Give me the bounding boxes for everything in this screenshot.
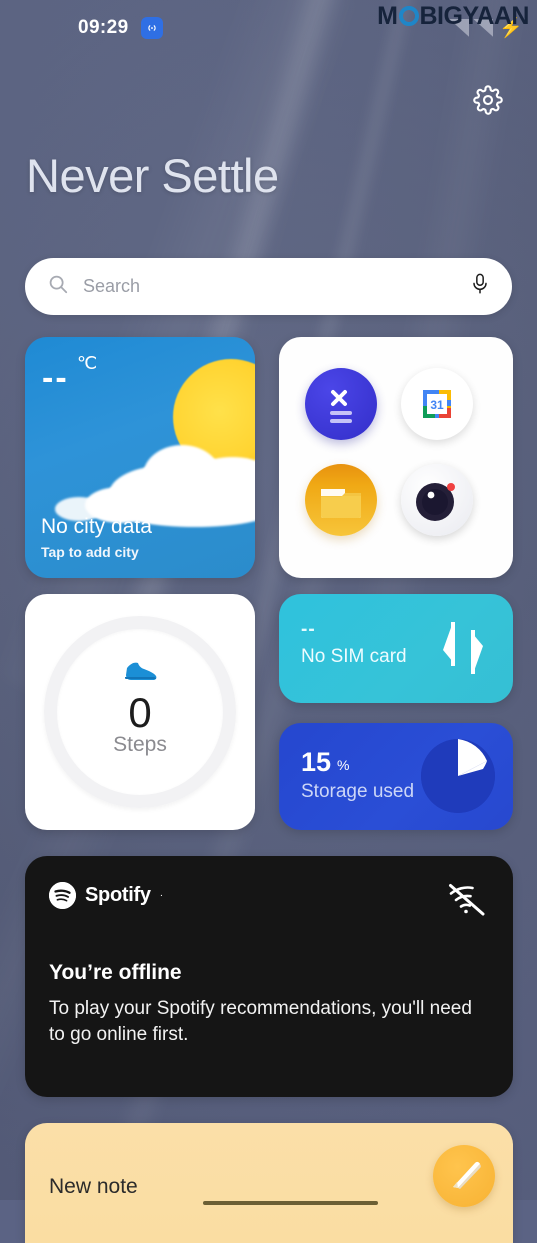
spotify-widget[interactable]: Spotify · You’re offline To play your Sp… [25,856,513,1097]
storage-widget[interactable]: 15 % Storage used [279,723,513,830]
nfc-broadcast-icon [140,17,163,39]
pie-chart-icon [421,739,495,813]
data-usage-label: No SIM card [301,646,407,667]
steps-content: 0 Steps [25,656,255,757]
spotify-app-name: Spotify [85,884,151,906]
spotify-offline-title: You’re offline [49,961,182,984]
weather-add-city-hint[interactable]: Tap to add city [41,544,139,560]
steps-label: Steps [113,733,167,757]
camera-icon[interactable] [401,464,473,536]
search-bar[interactable]: Search [25,258,512,315]
calculator-icon[interactable] [305,368,377,440]
search-icon [47,273,69,300]
storage-percent-symbol: % [337,757,350,773]
app-folder-widget[interactable]: 31 [279,337,513,578]
weather-widget[interactable]: -- ℃ No city data Tap to add city [25,337,255,578]
running-shoe-icon [25,656,255,691]
storage-label: Storage used [301,781,415,802]
data-usage-widget[interactable]: -- No SIM card [279,594,513,703]
spotify-offline-body: To play your Spotify recommendations, yo… [49,998,472,1045]
wifi-off-icon [445,880,489,923]
weather-city: No city data [41,515,152,538]
pencil-icon[interactable] [433,1145,495,1207]
data-usage-value: -- [301,619,316,640]
watermark-text-before: M [377,2,398,30]
folder-icon[interactable] [305,464,377,536]
note-divider-line [203,1201,378,1205]
watermark-o-ring [398,6,419,26]
storage-value: 15 [301,747,332,777]
page-title: Never Settle [26,149,279,202]
calendar-icon[interactable]: 31 [401,368,473,440]
microphone-icon[interactable] [470,272,490,301]
signal-bars-icon [473,19,493,37]
spotify-logo-icon [49,882,76,909]
spotify-header: Spotify · [49,882,163,909]
search-input[interactable]: Search [83,276,140,297]
charging-bolt-icon: ⚡ [499,17,523,39]
weather-temperature: -- [42,359,69,397]
steps-widget[interactable]: 0 Steps [25,594,255,830]
steps-count: 0 [128,689,152,736]
status-indicators: ⚡ [449,19,523,38]
new-note-label[interactable]: New note [49,1175,138,1199]
weather-unit: ℃ [77,353,98,373]
status-bar: 09:29 ⚡ M BIGYAAN [0,0,537,56]
data-transfer-arrows-icon [437,618,489,683]
calendar-date: 31 [430,398,444,412]
gear-icon[interactable] [473,85,503,115]
signal-bars-icon [449,19,469,37]
notes-widget[interactable]: New note [25,1123,513,1243]
spotify-trademark: · [159,890,164,901]
status-clock: 09:29 [78,17,129,38]
